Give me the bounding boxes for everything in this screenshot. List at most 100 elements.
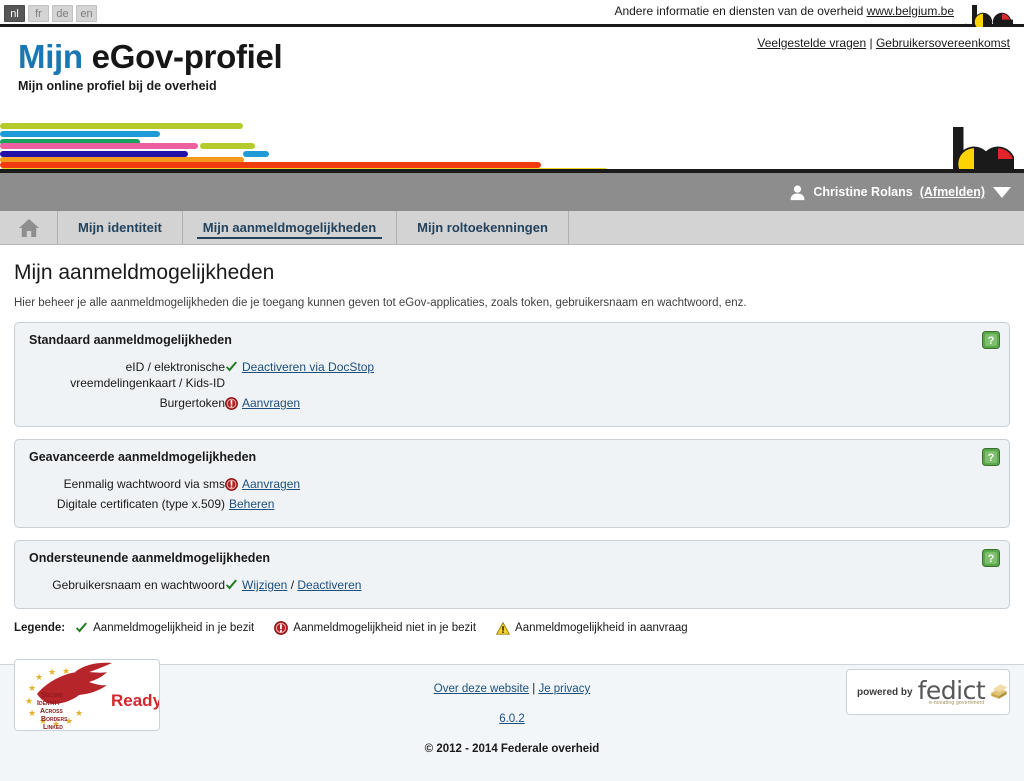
site-title: Mijn eGov-profiel [18,38,283,75]
faq-link[interactable]: Veelgestelde vragen [757,36,866,50]
legend-item-label: Aanmeldmogelijkheid in aanvraag [515,622,688,634]
help-question-icon[interactable]: ? [982,549,1000,567]
user-name: Christine Rolans [813,185,913,199]
language-fr[interactable]: fr [28,5,49,22]
decorative-stripe-0 [0,123,243,129]
svg-text:?: ? [988,553,995,565]
row-label: Digitale certificaten (type x.509) [56,497,225,511]
help-question-icon[interactable]: ? [982,448,1000,466]
row-link[interactable]: Aanvragen [242,396,300,410]
page-description: Hier beheer je alle aanmeldmogelijkheden… [14,297,747,309]
decorative-stripes [0,123,1024,174]
panel-rows: eID / elektronische vreemdelingenkaart /… [29,357,995,413]
svg-text:★: ★ [48,667,56,677]
page-title: Mijn aanmeldmogelijkheden [14,261,275,284]
row-label: Gebruikersnaam en wachtwoord [52,578,225,592]
footer-link-privacy[interactable]: Je privacy [538,683,590,695]
nav-home-button[interactable] [0,211,58,244]
logout-link[interactable]: (Afmelden) [920,185,985,199]
panel-geavanceerde: ? Geavanceerde aanmeldmogelijkheden Eenm… [14,439,1010,528]
legend-label: Legende: [14,622,66,634]
header-links-separator: | [869,36,873,50]
footer-link-separator: | [532,683,536,695]
fedict-cube-icon [991,684,1008,699]
nav-tab-aanmeldmogelijkheden[interactable]: Mijn aanmeldmogelijkheden [183,211,398,244]
decorative-stripe-1 [0,131,160,137]
panel-row: Gebruikersnaam en wachtwoord Wijzigen / … [29,575,995,595]
decorative-stripe-4 [200,143,255,149]
panel-rows: Eenmalig wachtwoord via sms Aanvragen Di… [29,474,995,514]
main-content: Mijn aanmeldmogelijkheden Hier beheer je… [0,261,1024,661]
fedict-subtitle: e-novating government [929,700,985,706]
row-link-separator: / [290,578,295,592]
exclamation-red-icon [225,397,238,410]
warning-yellow-icon [496,621,511,635]
legend-item-label: Aanmeldmogelijkheid in je bezit [93,622,255,634]
row-link[interactable]: Aanvragen [242,477,300,491]
user-avatar-icon [790,184,805,200]
footer-link-about[interactable]: Over deze website [434,683,529,695]
row-label: Eenmalig wachtwoord via sms [63,477,225,491]
fedict-powered-by-label: powered by [857,686,913,698]
row-actions: Aanvragen [225,393,995,413]
brand-block: Mijn eGov-profiel Mijn online profiel bi… [18,38,283,94]
panel-row: Digitale certificaten (type x.509) Beher… [29,494,995,514]
decorative-stripe-6 [243,151,269,157]
legend-item-owned: Aanmeldmogelijkheid in je bezit [75,622,254,635]
row-actions: Aanvragen [225,474,995,494]
svg-text:★: ★ [35,672,43,682]
help-question-icon-svg: ? [982,448,1000,466]
help-question-icon[interactable]: ? [982,331,1000,349]
decorative-stripe-3 [0,143,198,149]
page-root: nl fr de en Andere informatie en dienste… [0,0,1024,781]
fedict-badge: powered by fedict e-novating government [846,669,1010,715]
footer-version-link[interactable]: 6.0.2 [499,713,525,725]
help-question-icon-svg: ? [982,549,1000,567]
exclamation-red-icon [274,621,289,635]
user-info: Christine Rolans (Afmelden) [789,173,1012,211]
chevron-down-icon[interactable] [992,186,1012,199]
row-label: eID / elektronische vreemdelingenkaart /… [70,360,225,390]
panel-row: Eenmalig wachtwoord via sms Aanvragen [29,474,995,494]
site-title-rest: eGov-profiel [91,38,283,75]
language-en[interactable]: en [76,5,97,22]
panel-row: Burgertoken Aanvragen [29,393,995,413]
svg-text:?: ? [988,335,995,347]
language-de[interactable]: de [52,5,73,22]
nav-tab-identiteit[interactable]: Mijn identiteit [58,211,183,244]
check-green-icon [226,579,237,590]
government-info-text: Andere informatie en diensten van de ove… [614,4,864,18]
panel-ondersteunende: ? Ondersteunende aanmeldmogelijkheden Ge… [14,540,1010,609]
svg-text:?: ? [988,452,995,464]
user-agreement-link[interactable]: Gebruikersovereenkomst [876,36,1010,50]
site-tagline: Mijn online profiel bij de overheid [18,79,217,93]
row-link[interactable]: Deactiveren via DocStop [242,360,374,374]
row-link-wijzigen[interactable]: Wijzigen [242,578,287,592]
legend-item-not-owned: Aanmeldmogelijkheid niet in je bezit [274,621,476,635]
row-link-deactiveren[interactable]: Deactiveren [297,578,361,592]
panel-row: eID / elektronische vreemdelingenkaart /… [29,357,995,393]
user-bar: Christine Rolans (Afmelden) [0,173,1024,211]
legend: Legende: Aanmeldmogelijkheid in je bezit… [14,621,1010,635]
footer-copyright: © 2012 - 2014 Federale overheid [424,743,600,755]
panel-title: Geavanceerde aanmeldmogelijkheden [29,450,257,464]
language-selector[interactable]: nl fr de en [4,5,97,22]
legend-item-label: Aanmeldmogelijkheid niet in je bezit [293,622,477,634]
panel-title: Standaard aanmeldmogelijkheden [29,333,232,347]
site-title-accent: Mijn [18,38,83,75]
row-label: Burgertoken [159,396,225,410]
belgium-be-link[interactable]: www.belgium.be [867,4,954,18]
home-icon [18,218,39,237]
row-actions: Deactiveren via DocStop [225,357,995,393]
nav-tab-roltoekenningen[interactable]: Mijn roltoekenningen [397,211,569,244]
panel-rows: Gebruikersnaam en wachtwoord Wijzigen / … [29,575,995,595]
check-green-icon [226,361,237,372]
header-links: Veelgestelde vragen | Gebruikersovereenk… [757,36,1010,50]
row-actions: Beheren [225,494,995,514]
top-bar: nl fr de en Andere informatie en dienste… [0,0,1024,32]
check-green-icon [76,622,88,632]
row-link[interactable]: Beheren [229,497,274,511]
row-actions: Wijzigen / Deactiveren [225,575,995,595]
government-info: Andere informatie en diensten van de ove… [614,4,954,18]
language-nl[interactable]: nl [4,5,25,22]
